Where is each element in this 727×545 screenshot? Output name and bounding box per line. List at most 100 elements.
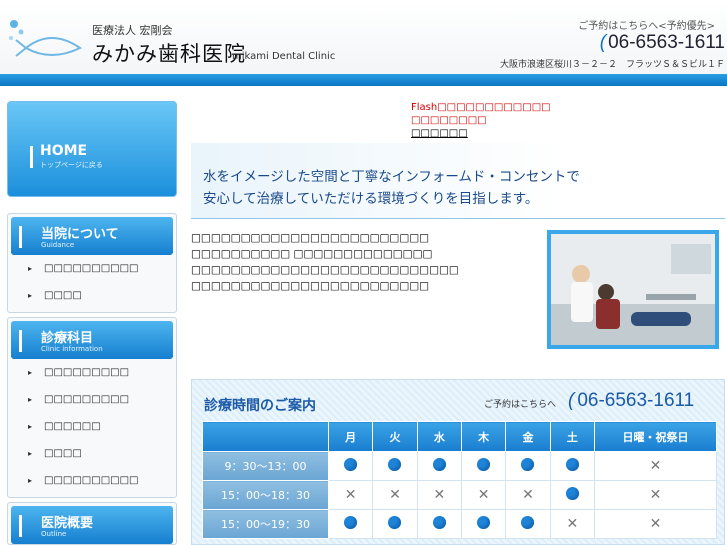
closed-cell: ✕ — [416, 480, 462, 510]
schedule-time: 15：00～18：30 — [202, 480, 329, 510]
sidebar-item[interactable]: □□□□□□□□□ — [11, 359, 173, 386]
open-dot-icon — [344, 457, 358, 471]
closed-cross-icon: ✕ — [649, 516, 662, 532]
schedule-row: 9：30～13：00 ✕ — [202, 451, 717, 481]
sidebar-item[interactable]: □□□□□□□□□□ — [11, 255, 173, 282]
closed-cell: ✕ — [505, 480, 551, 510]
intro-line: □□□□□□□□□□□□□□□□□□□□□□□□□□□ — [191, 264, 459, 276]
heading-bar-decoration — [19, 515, 22, 537]
sidebar-item[interactable]: □□□□□□□□□ — [11, 386, 173, 413]
clinic-name-en: mikami Dental Clinic — [232, 51, 336, 62]
day-header: 月 — [327, 421, 374, 452]
closed-cross-icon: ✕ — [389, 487, 401, 503]
schedule-body: 9：30～13：00 ✕ 15：00～18：30 ✕ ✕ ✕ ✕ ✕ ✕ 15：00～19：30 ✕… — [202, 451, 717, 539]
closed-cell: ✕ — [549, 509, 596, 539]
schedule-table: 月 火 水 木 金 土 日曜・祝祭日 9：30～13：00 ✕ 15：00～18：3… — [202, 421, 717, 539]
open-dot-icon — [388, 457, 402, 471]
open-cell — [505, 451, 551, 481]
hours-phone: (06-6563-1611 — [568, 390, 694, 412]
open-cell — [549, 451, 596, 481]
open-cell — [372, 451, 418, 481]
sidebar-item-label: □□□□□□ — [44, 421, 101, 432]
sidebar: HOME トップページに戻る 当院について Guidance □□□□□□□□□… — [7, 101, 177, 545]
heading-bar-decoration — [19, 226, 22, 248]
schedule-corner — [202, 421, 329, 452]
header-divider — [0, 74, 727, 86]
day-header: 木 — [460, 421, 507, 452]
schedule-row: 15：00～19：30 ✕ ✕ — [202, 509, 717, 539]
sidebar-item[interactable]: □□□□ — [11, 440, 173, 467]
flash-notice: Flash□□□□□□□□□□□□ □□□□□□□□ □□□□□□ — [411, 101, 551, 140]
phone-icon: ( — [599, 32, 607, 53]
closed-cross-icon: ✕ — [433, 487, 446, 503]
nav-heading-guidance[interactable]: 当院について Guidance — [11, 217, 173, 255]
closed-cell: ✕ — [460, 480, 507, 510]
flash-line: □□□□□□□□ — [411, 115, 487, 126]
open-cell — [372, 509, 418, 539]
open-dot-icon — [432, 515, 446, 529]
open-dot-icon — [565, 486, 579, 500]
fish-logo-icon — [9, 20, 82, 57]
sidebar-item[interactable]: □□□□□□□□□□ — [11, 467, 173, 494]
home-sublabel: トップページに戻る — [40, 161, 103, 169]
banner-divider — [191, 218, 725, 219]
nav-heading-title: 医院概要 — [41, 516, 94, 531]
closed-cell: ✕ — [372, 480, 418, 510]
slogan-line: 水をイメージした空間と丁寧なインフォームド・コンセントで — [203, 169, 580, 185]
home-button[interactable]: HOME トップページに戻る — [7, 101, 177, 197]
sidebar-item-label: □□□□□□□□□ — [44, 367, 130, 378]
site-header: 医療法人 宏剛会 みかみ歯科医院 mikami Dental Clinic ご予… — [0, 0, 727, 86]
closed-cross-icon: ✕ — [649, 487, 662, 503]
sidebar-item-label: □□□□ — [44, 290, 82, 301]
schedule-header-row: 月 火 水 木 金 土 日曜・祝祭日 — [202, 421, 717, 452]
hours-phone-number: 06-6563-1611 — [577, 390, 695, 411]
nav-section-guidance: 当院について Guidance □□□□□□□□□□ □□□□ — [7, 213, 177, 313]
hours-title: 診療時間のご案内 — [204, 398, 316, 414]
schedule-time: 9：30～13：00 — [202, 451, 329, 481]
closed-cross-icon: ✕ — [344, 487, 357, 503]
hours-reservation-note: ご予約はこちらへ — [484, 400, 557, 410]
sidebar-item[interactable]: □□□□□□ — [11, 413, 173, 440]
sidebar-item-label: □□□□□□□□□□ — [44, 475, 139, 486]
open-cell — [549, 480, 596, 510]
sidebar-item-label: □□□□□□□□□ — [44, 394, 130, 405]
clinic-photo-illustration — [551, 234, 715, 345]
nav-heading-sub: Guidance — [41, 241, 75, 249]
nav-heading-outline[interactable]: 医院概要 Outline — [11, 506, 173, 544]
nav-heading-clinic[interactable]: 診療科目 Clinic information — [11, 321, 173, 359]
open-dot-icon — [477, 515, 491, 529]
closed-cross-icon: ✕ — [649, 458, 662, 474]
intro-line: □□□□□□□□□□□□□□□□□□□□□□□□ — [191, 280, 430, 292]
open-dot-icon — [388, 515, 402, 529]
closed-cell: ✕ — [594, 480, 717, 510]
intro-line: □□□□□□□□□□ □□□□□□□□□□□□□□ — [191, 248, 433, 260]
open-dot-icon — [521, 515, 535, 529]
closed-cross-icon: ✕ — [477, 487, 490, 503]
home-label: HOME — [40, 143, 88, 159]
nav-heading-sub: Outline — [41, 530, 67, 538]
nav-heading-title: 診療科目 — [41, 331, 94, 346]
sidebar-item[interactable]: □□□□ — [11, 282, 173, 309]
open-cell — [327, 509, 374, 539]
sidebar-item-label: □□□□□□□□□□ — [44, 263, 139, 274]
open-dot-icon — [477, 457, 491, 471]
sidebar-item-label: □□□□ — [44, 448, 82, 459]
open-cell — [460, 509, 507, 539]
open-cell — [416, 509, 462, 539]
header-phone-number: 06-6563-1611 — [608, 32, 725, 53]
nav-heading-sub: Clinic information — [41, 345, 103, 353]
open-dot-icon — [565, 457, 579, 471]
nav-section-clinic: 診療科目 Clinic information □□□□□□□□□ □□□□□□… — [7, 317, 177, 498]
flash-line: Flash□□□□□□□□□□□□ — [411, 102, 551, 113]
hours-panel: 診療時間のご案内 ご予約はこちらへ (06-6563-1611 月 火 水 木 … — [191, 379, 725, 545]
closed-cell: ✕ — [594, 509, 717, 539]
org-name: 医療法人 宏剛会 — [92, 24, 173, 37]
closed-cross-icon: ✕ — [522, 487, 534, 503]
open-cell — [505, 509, 551, 539]
flash-link[interactable]: □□□□□□ — [411, 127, 551, 140]
clinic-name[interactable]: みかみ歯科医院 — [92, 38, 246, 68]
open-cell — [460, 451, 507, 481]
intro-line: □□□□□□□□□□□□□□□□□□□□□□□□ — [191, 232, 430, 244]
day-header: 火 — [372, 421, 418, 452]
intro-text: □□□□□□□□□□□□□□□□□□□□□□□□ □□□□□□□□□□ □□□□… — [191, 230, 531, 294]
